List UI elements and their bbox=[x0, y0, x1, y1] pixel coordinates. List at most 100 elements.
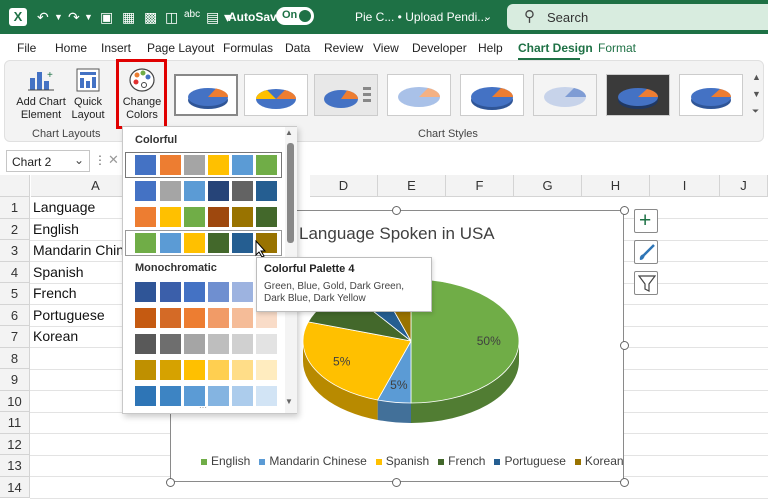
chart-style-4[interactable] bbox=[387, 74, 451, 116]
row-header[interactable]: 14 bbox=[0, 476, 30, 498]
colorful-palette-swatch[interactable] bbox=[208, 155, 229, 175]
row-header[interactable]: 1 bbox=[0, 197, 30, 219]
colorful-palette-swatch[interactable] bbox=[256, 181, 277, 201]
chart-styles-scroll-up-icon[interactable]: ▲ bbox=[752, 72, 761, 82]
row-header[interactable]: 4 bbox=[0, 261, 30, 283]
column-header-e[interactable]: E bbox=[378, 175, 446, 197]
redo-icon[interactable]: ↷ bbox=[68, 9, 80, 25]
colorful-palette-swatch[interactable] bbox=[184, 181, 205, 201]
data-label[interactable]: 5% bbox=[390, 378, 408, 392]
cell-a5[interactable]: French bbox=[31, 283, 121, 305]
monochromatic-palette-swatch[interactable] bbox=[184, 282, 205, 302]
chart-filters-button[interactable] bbox=[634, 271, 658, 295]
monochromatic-palette-swatch[interactable] bbox=[232, 282, 253, 302]
cell-a7[interactable]: Korean bbox=[31, 326, 121, 348]
monochromatic-palette-swatch[interactable] bbox=[135, 334, 156, 354]
colorful-palette-swatch[interactable] bbox=[160, 155, 181, 175]
colorful-palette-swatch[interactable] bbox=[160, 207, 181, 227]
save-icon[interactable]: ▣ bbox=[100, 9, 113, 25]
row-header[interactable]: 8 bbox=[0, 347, 30, 369]
chart-legend[interactable]: English Mandarin Chinese Spanish French Port… bbox=[201, 454, 624, 470]
cell-a4[interactable]: Spanish bbox=[31, 262, 121, 284]
monochromatic-palette-swatch[interactable] bbox=[160, 334, 181, 354]
monochromatic-palette-swatch[interactable] bbox=[184, 334, 205, 354]
name-box[interactable]: Chart 2 ⌄ bbox=[6, 150, 90, 172]
monochromatic-palette-swatch[interactable] bbox=[208, 386, 229, 406]
monochromatic-palette-swatch[interactable] bbox=[232, 386, 253, 406]
pie-slice-side-mandarin-chinese[interactable] bbox=[377, 399, 411, 423]
tab-review[interactable]: Review bbox=[324, 41, 363, 55]
monochromatic-palette-swatch[interactable] bbox=[256, 360, 277, 380]
chart-style-6[interactable] bbox=[533, 74, 597, 116]
colorful-palette-swatch[interactable] bbox=[232, 233, 253, 253]
chart-style-8[interactable] bbox=[679, 74, 743, 116]
monochromatic-palette-swatch[interactable] bbox=[208, 282, 229, 302]
scroll-up-icon[interactable]: ▲ bbox=[285, 128, 293, 137]
legend-item[interactable]: Portuguese bbox=[494, 454, 566, 468]
resize-handle-bottom-left[interactable] bbox=[166, 478, 175, 487]
legend-item[interactable]: Korean bbox=[574, 454, 624, 468]
cell-a1[interactable]: Language bbox=[31, 197, 121, 219]
monochromatic-palette-swatch[interactable] bbox=[184, 360, 205, 380]
monochromatic-palette-swatch[interactable] bbox=[232, 308, 253, 328]
colorful-palette-swatch[interactable] bbox=[256, 207, 277, 227]
resize-grip-icon[interactable]: ⋯ bbox=[199, 403, 207, 412]
colorful-palette-swatch[interactable] bbox=[160, 233, 181, 253]
scroll-down-icon[interactable]: ▼ bbox=[285, 397, 293, 406]
colorful-palette-swatch[interactable] bbox=[184, 207, 205, 227]
row-header[interactable]: 10 bbox=[0, 390, 30, 412]
tab-formulas[interactable]: Formulas bbox=[223, 41, 273, 55]
monochromatic-palette-swatch[interactable] bbox=[135, 282, 156, 302]
monochromatic-palette-swatch[interactable] bbox=[256, 386, 277, 406]
file-name[interactable]: Pie C... • Upload Pendi... bbox=[355, 10, 487, 24]
monochromatic-palette-swatch[interactable] bbox=[232, 334, 253, 354]
colorful-palette-swatch[interactable] bbox=[135, 207, 156, 227]
cell-a6[interactable]: Portuguese bbox=[31, 305, 121, 327]
file-name-chevron-icon[interactable]: ⌄ bbox=[483, 10, 492, 23]
add-chart-element-button[interactable]: Add Chart Element bbox=[14, 96, 68, 122]
legend-item[interactable]: Mandarin Chinese bbox=[259, 454, 367, 468]
tab-view[interactable]: View bbox=[373, 41, 399, 55]
resize-handle-bottom-center[interactable] bbox=[392, 478, 401, 487]
spelling-icon[interactable]: abc bbox=[184, 7, 200, 23]
chart-style-7[interactable] bbox=[606, 74, 670, 116]
row-header[interactable]: 11 bbox=[0, 412, 30, 434]
colorful-palette-swatch[interactable] bbox=[135, 155, 156, 175]
cell-a2[interactable]: English bbox=[31, 219, 121, 241]
colorful-palette-swatch[interactable] bbox=[184, 155, 205, 175]
row-header[interactable]: 6 bbox=[0, 304, 30, 326]
colorful-palette-swatch[interactable] bbox=[135, 233, 156, 253]
column-header-j[interactable]: J bbox=[720, 175, 768, 197]
resize-handle-middle-right[interactable] bbox=[620, 341, 629, 350]
quick-layout-button[interactable]: Quick Layout bbox=[66, 96, 110, 122]
formula-bar-options-icon[interactable]: ⋮ bbox=[94, 153, 106, 167]
monochromatic-palette-swatch[interactable] bbox=[135, 386, 156, 406]
monochromatic-palette-swatch[interactable] bbox=[208, 308, 229, 328]
data-label[interactable]: 50% bbox=[477, 334, 501, 348]
colorful-palette-swatch[interactable] bbox=[160, 181, 181, 201]
monochromatic-palette-swatch[interactable] bbox=[160, 386, 181, 406]
row-header[interactable]: 12 bbox=[0, 433, 30, 455]
tab-format[interactable]: Format bbox=[598, 41, 636, 55]
column-header-h[interactable]: H bbox=[582, 175, 650, 197]
chart-title[interactable]: Language Spoken in USA bbox=[299, 224, 495, 244]
tab-home[interactable]: Home bbox=[55, 41, 87, 55]
monochromatic-palette-swatch[interactable] bbox=[160, 360, 181, 380]
colorful-palette-swatch[interactable] bbox=[208, 233, 229, 253]
legend-item[interactable]: English bbox=[201, 454, 250, 468]
undo-dropdown-icon[interactable]: ▼ bbox=[54, 9, 63, 25]
monochromatic-palette-swatch[interactable] bbox=[208, 334, 229, 354]
scroll-thumb[interactable] bbox=[287, 143, 294, 243]
tab-developer[interactable]: Developer bbox=[412, 41, 467, 55]
chart-style-3[interactable] bbox=[314, 74, 378, 116]
chart-style-2[interactable] bbox=[244, 74, 308, 116]
monochromatic-palette-swatch[interactable] bbox=[184, 308, 205, 328]
qat-icon-3[interactable]: ◫ bbox=[165, 9, 178, 25]
colorful-palette-swatch[interactable] bbox=[135, 181, 156, 201]
tab-data[interactable]: Data bbox=[285, 41, 310, 55]
row-header[interactable]: 5 bbox=[0, 283, 30, 305]
colorful-palette-swatch[interactable] bbox=[232, 181, 253, 201]
row-header[interactable]: 7 bbox=[0, 326, 30, 348]
tab-insert[interactable]: Insert bbox=[101, 41, 131, 55]
qat-icon-1[interactable]: ▦ bbox=[122, 9, 135, 25]
